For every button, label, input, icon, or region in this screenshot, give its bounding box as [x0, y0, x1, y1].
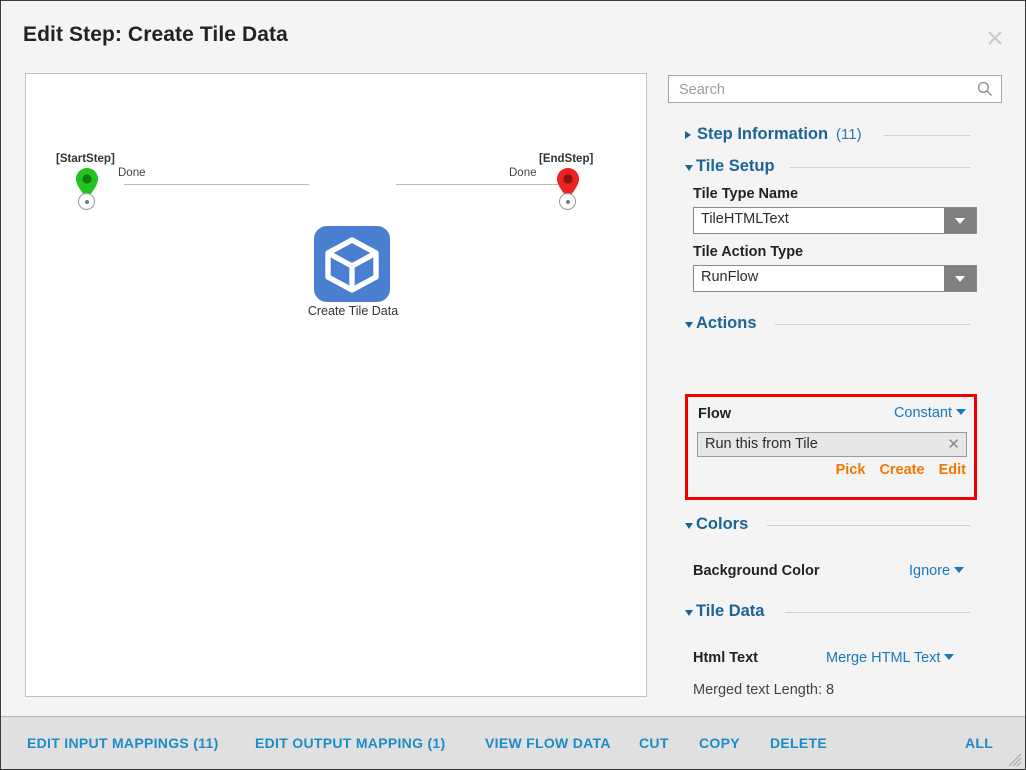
tile-type-name-select[interactable]: TileHTMLText	[693, 207, 977, 234]
page-title: Edit Step: Create Tile Data	[23, 23, 288, 46]
flow-action-links: Pick Create Edit	[826, 462, 966, 478]
background-color-dropdown[interactable]: Ignore	[909, 563, 965, 579]
edit-step-dialog: Edit Step: Create Tile Data [StartStep] …	[0, 0, 1026, 770]
end-step-anchor[interactable]	[559, 193, 576, 210]
section-header-actions[interactable]: Actions	[685, 314, 970, 336]
edit-button[interactable]: Edit	[939, 462, 966, 478]
connector-label-done-1: Done	[118, 167, 146, 179]
label-flow: Flow	[698, 406, 732, 422]
flow-mode-dropdown[interactable]: Constant	[894, 405, 966, 421]
flow-mode-value: Constant	[893, 405, 952, 421]
tile-type-name-value: TileHTMLText	[701, 211, 789, 227]
close-glyph	[988, 31, 1002, 45]
section-header-tile-data[interactable]: Tile Data	[685, 602, 970, 624]
html-text-dropdown[interactable]: Merge HTML Text	[826, 650, 955, 666]
label-html-text: Html Text	[693, 650, 758, 666]
chevron-down-icon	[685, 523, 693, 529]
section-header-step-information[interactable]: Step Information (11)	[685, 125, 970, 147]
label-background-color: Background Color	[693, 563, 820, 579]
section-header-tile-setup[interactable]: Tile Setup	[685, 157, 970, 179]
chevron-down-icon[interactable]	[944, 208, 976, 233]
properties-panel: Step Information (11) Tile Setup Tile Ty…	[665, 69, 1005, 755]
search-icon[interactable]	[977, 81, 993, 97]
copy-button[interactable]: COPY	[699, 735, 740, 751]
section-rule	[790, 167, 970, 168]
chevron-right-icon	[685, 131, 691, 139]
section-count-step-information: (11)	[836, 126, 862, 143]
connector-label-done-2: Done	[509, 167, 537, 179]
close-icon[interactable]: ✕	[947, 435, 960, 453]
search-box[interactable]	[668, 75, 1002, 104]
cut-button[interactable]: CUT	[639, 735, 669, 751]
all-button[interactable]: ALL	[965, 735, 993, 751]
label-tile-action-type: Tile Action Type	[693, 244, 804, 260]
section-title-tile-data: Tile Data	[696, 602, 765, 620]
delete-button[interactable]: DELETE	[770, 735, 827, 751]
connector-node-to-end	[396, 184, 560, 185]
close-icon[interactable]	[982, 25, 1008, 51]
cube-glyph	[325, 237, 379, 293]
label-tile-type-name: Tile Type Name	[693, 186, 799, 202]
pick-button[interactable]: Pick	[836, 462, 866, 478]
section-rule	[785, 612, 970, 613]
section-rule	[884, 135, 970, 136]
resize-grip-icon[interactable]	[1007, 752, 1023, 768]
section-header-colors[interactable]: Colors	[685, 515, 970, 537]
footer-toolbar: EDIT INPUT MAPPINGS (11) EDIT OUTPUT MAP…	[1, 716, 1025, 769]
start-step-anchor[interactable]	[78, 193, 95, 210]
section-title-actions: Actions	[696, 314, 757, 332]
html-text-value: Merge HTML Text	[826, 650, 941, 666]
connector-start-to-node	[124, 184, 309, 185]
flow-action-group-highlight: Flow Constant Run this from Tile ✕ Pick …	[685, 394, 977, 500]
section-rule	[775, 324, 970, 325]
tile-action-type-value: RunFlow	[701, 269, 759, 285]
merged-text-length: Merged text Length: 8	[693, 682, 835, 698]
section-title-step-information: Step Information	[697, 125, 829, 143]
chevron-down-icon[interactable]	[944, 266, 976, 291]
edit-output-mapping-button[interactable]: EDIT OUTPUT MAPPING (1)	[255, 735, 445, 751]
chevron-down-icon	[685, 610, 693, 616]
flow-value-field[interactable]: Run this from Tile ✕	[697, 432, 967, 457]
section-rule	[767, 525, 970, 526]
start-step-label: [StartStep]	[56, 153, 115, 165]
cube-icon[interactable]	[314, 226, 390, 302]
node-label: Create Tile Data	[307, 304, 399, 318]
chevron-down-icon	[685, 165, 693, 171]
view-flow-data-button[interactable]: VIEW FLOW DATA	[485, 735, 611, 751]
edit-input-mappings-button[interactable]: EDIT INPUT MAPPINGS (11)	[27, 735, 219, 751]
section-title-tile-setup: Tile Setup	[696, 157, 775, 175]
chevron-down-icon	[956, 409, 966, 415]
dialog-header: Edit Step: Create Tile Data	[1, 1, 1025, 63]
tile-action-type-select[interactable]: RunFlow	[693, 265, 977, 292]
flow-value-text: Run this from Tile	[705, 436, 818, 452]
search-input[interactable]	[677, 76, 971, 104]
end-step-label: [EndStep]	[539, 153, 594, 165]
panel-scroll-area: Step Information (11) Tile Setup Tile Ty…	[665, 113, 1005, 755]
background-color-value: Ignore	[909, 563, 951, 579]
chevron-down-icon	[954, 567, 965, 573]
chevron-down-icon	[944, 654, 955, 660]
create-button[interactable]: Create	[879, 462, 924, 478]
section-title-colors: Colors	[696, 515, 749, 533]
chevron-down-icon	[685, 322, 693, 328]
flow-diagram-canvas[interactable]: [StartStep] Done Create Tile Data Done […	[25, 73, 647, 697]
panel-scrollbar-track[interactable]	[987, 113, 995, 697]
